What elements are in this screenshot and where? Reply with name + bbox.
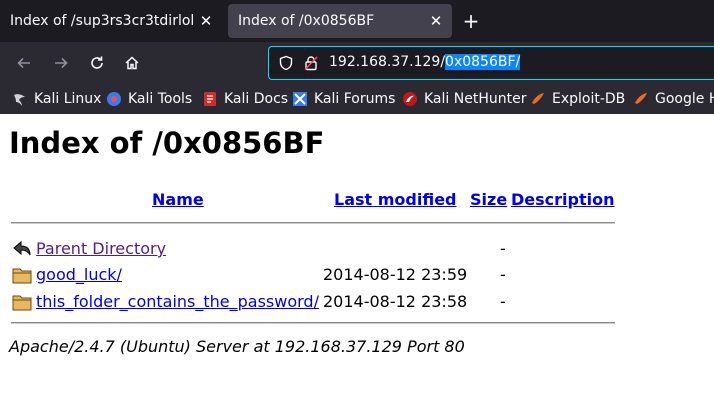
column-header-name[interactable]: Name — [152, 190, 204, 209]
new-tab-button[interactable]: + — [458, 4, 484, 38]
tab-title: Index of /0x0856BF — [238, 13, 375, 29]
row-size: - — [500, 292, 506, 311]
link-parent-directory[interactable]: Parent Directory — [36, 239, 166, 258]
url-bar[interactable]: 192.168.37.129/0x0856BF/ — [268, 46, 714, 80]
url-host: 192.168.37.129/ — [329, 54, 446, 70]
server-signature: Apache/2.4.7 (Ubuntu) Server at 192.168.… — [9, 337, 465, 356]
bookmark-kali-forums[interactable]: Kali Forums — [292, 89, 395, 109]
page-content: Index of /0x0856BF Name Last modified Si… — [0, 114, 714, 415]
link-this-folder-contains-the-password[interactable]: this_folder_contains_the_password/ — [36, 292, 319, 311]
row-size: - — [500, 265, 506, 284]
bookmark-kali-docs[interactable]: Kali Docs — [202, 89, 288, 109]
home-icon — [125, 56, 139, 70]
home-button[interactable] — [120, 51, 144, 75]
bookmark-kali-nethunter[interactable]: Kali NetHunter — [402, 89, 526, 109]
back-arrow-icon — [17, 57, 30, 69]
exploit-db-icon — [532, 93, 544, 104]
row-last-modified: 2014-08-12 23:58 — [323, 292, 468, 311]
tab-bar: Index of /sup3rs3cr3tdirlol ✕ Index of /… — [0, 0, 714, 42]
row-last-modified: 2014-08-12 23:59 — [323, 265, 468, 284]
bookmark-kali-linux[interactable]: Kali Linux — [12, 89, 101, 109]
nethunter-icon — [403, 92, 417, 106]
tab-0x0856bf[interactable]: Index of /0x0856BF ✕ — [228, 4, 452, 38]
close-tab-icon[interactable]: ✕ — [196, 12, 216, 30]
bookmark-label: Kali Linux — [34, 91, 102, 107]
tab-sup3rs3cr3tdirlol[interactable]: Index of /sup3rs3cr3tdirlol ✕ — [0, 4, 222, 38]
reload-button[interactable] — [85, 51, 109, 75]
ghdb-icon — [635, 93, 647, 104]
bookmark-label: Kali NetHunter — [424, 91, 527, 107]
back-arrow-icon — [13, 240, 31, 256]
bookmark-label: Kali Docs — [224, 91, 289, 107]
row-size: - — [500, 239, 506, 258]
table-divider-top — [11, 222, 615, 224]
table-divider-bottom — [11, 322, 615, 324]
shield-icon[interactable] — [278, 55, 294, 71]
page-title: Index of /0x0856BF — [9, 126, 325, 160]
bookmark-label: Kali Tools — [128, 91, 193, 107]
back-button[interactable] — [12, 51, 36, 75]
kali-forums-icon — [293, 92, 307, 106]
bookmarks-toolbar: Kali Linux Kali Tools Kali Docs Kali For… — [0, 84, 714, 114]
url-text[interactable]: 192.168.37.129/0x0856BF/ — [329, 54, 521, 70]
tab-title: Index of /sup3rs3cr3tdirlol — [10, 13, 195, 29]
kali-docs-icon — [204, 92, 216, 106]
bookmark-label: Google Hacking DB — [655, 91, 714, 107]
insecure-lock-icon[interactable] — [303, 55, 319, 71]
bookmark-kali-tools[interactable]: Kali Tools — [106, 89, 192, 109]
forward-arrow-icon — [55, 57, 68, 69]
kali-dragon-icon — [14, 94, 25, 106]
column-header-last-modified[interactable]: Last modified — [334, 190, 457, 209]
kali-tools-icon — [107, 92, 121, 106]
column-header-size[interactable]: Size — [470, 190, 507, 209]
url-selected-path: 0x0856BF/ — [445, 54, 521, 70]
column-header-description[interactable]: Description — [511, 190, 614, 209]
navigation-toolbar: 192.168.37.129/0x0856BF/ — [0, 42, 714, 84]
bookmark-exploit-db[interactable]: Exploit-DB — [530, 89, 625, 109]
folder-icon — [12, 268, 32, 284]
bookmark-google-hacking-db[interactable]: Google Hacking DB — [633, 89, 714, 109]
forward-button[interactable] — [49, 51, 73, 75]
bookmark-label: Exploit-DB — [552, 91, 626, 107]
folder-icon — [12, 295, 32, 311]
bookmark-label: Kali Forums — [314, 91, 396, 107]
link-good-luck[interactable]: good_luck/ — [36, 265, 122, 284]
close-tab-icon[interactable]: ✕ — [426, 12, 446, 30]
reload-icon — [91, 56, 103, 69]
